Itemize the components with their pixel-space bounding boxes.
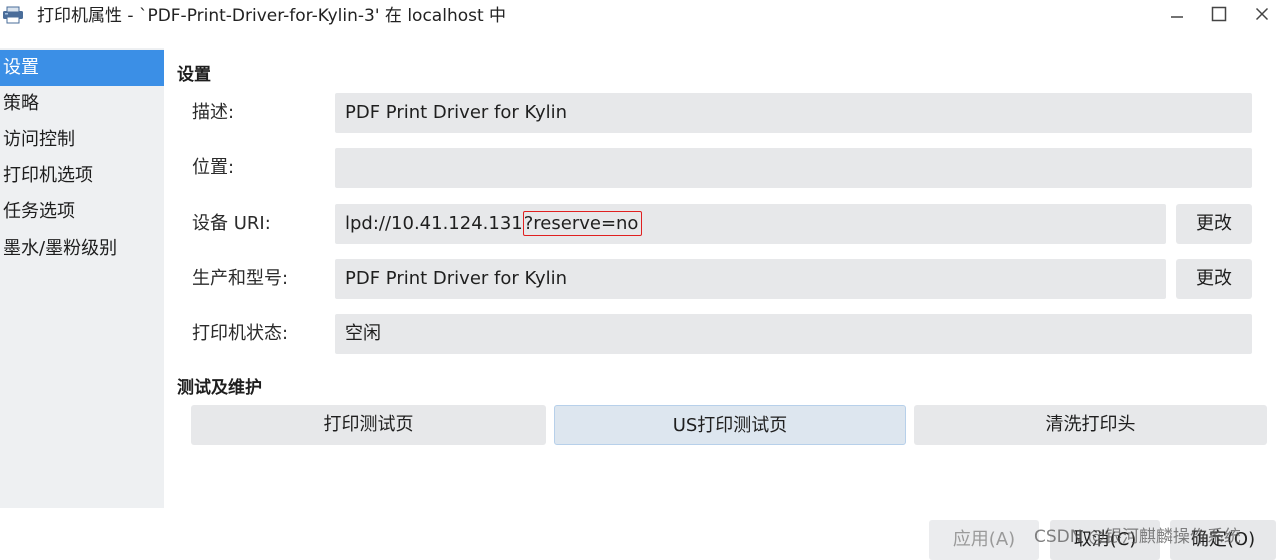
settings-heading: 设置 bbox=[177, 65, 211, 85]
ok-button[interactable]: 确定(O) bbox=[1170, 520, 1276, 560]
maintenance-heading: 测试及维护 bbox=[177, 378, 262, 398]
description-label: 描述: bbox=[192, 102, 235, 123]
close-icon[interactable] bbox=[1249, 2, 1275, 26]
location-field[interactable] bbox=[335, 148, 1252, 188]
sidebar-item-access-control[interactable]: 访问控制 bbox=[0, 122, 164, 158]
device-uri-field[interactable]: lpd://10.41.124.131?reserve=no bbox=[335, 204, 1166, 244]
window-title: 打印机属性 - `PDF-Print-Driver-for-Kylin-3' 在… bbox=[37, 6, 507, 26]
maximize-icon[interactable] bbox=[1206, 2, 1232, 26]
uri-highlight-annotation: ?reserve=no bbox=[522, 211, 643, 236]
sidebar-item-settings[interactable]: 设置 bbox=[0, 50, 164, 86]
clean-print-heads-button[interactable]: 清洗打印头 bbox=[914, 405, 1267, 445]
print-test-page-button[interactable]: 打印测试页 bbox=[191, 405, 546, 445]
sidebar-item-ink-toner-levels[interactable]: 墨水/墨粉级别 bbox=[0, 231, 164, 267]
description-field[interactable]: PDF Print Driver for Kylin bbox=[335, 93, 1252, 133]
make-model-field: PDF Print Driver for Kylin bbox=[335, 259, 1166, 299]
sidebar: 设置 策略 访问控制 打印机选项 任务选项 墨水/墨粉级别 bbox=[0, 48, 164, 508]
device-uri-value: lpd://10.41.124.131 bbox=[345, 213, 523, 234]
printer-state-label: 打印机状态: bbox=[192, 323, 289, 344]
change-uri-button[interactable]: 更改 bbox=[1176, 204, 1252, 244]
title-bar: 打印机属性 - `PDF-Print-Driver-for-Kylin-3' 在… bbox=[0, 0, 1280, 32]
location-label: 位置: bbox=[192, 157, 235, 178]
us-print-test-page-button[interactable]: US打印测试页 bbox=[554, 405, 906, 445]
make-model-label: 生产和型号: bbox=[192, 268, 289, 289]
sidebar-item-policies[interactable]: 策略 bbox=[0, 86, 164, 122]
apply-button[interactable]: 应用(A) bbox=[929, 520, 1039, 560]
cancel-button[interactable]: 取消(C) bbox=[1050, 520, 1160, 560]
sidebar-item-printer-options[interactable]: 打印机选项 bbox=[0, 158, 164, 194]
change-make-model-button[interactable]: 更改 bbox=[1176, 259, 1252, 299]
printer-icon bbox=[2, 6, 24, 24]
sidebar-item-job-options[interactable]: 任务选项 bbox=[0, 194, 164, 230]
minimize-icon[interactable] bbox=[1164, 2, 1190, 26]
printer-state-field: 空闲 bbox=[335, 314, 1252, 354]
device-uri-label: 设备 URI: bbox=[192, 213, 271, 234]
